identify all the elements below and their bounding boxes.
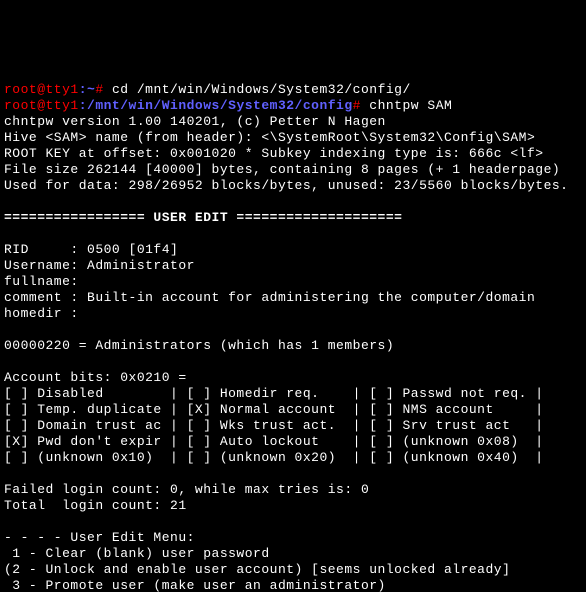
prompt-line-1: root@tty1:~# cd /mnt/win/Windows/System3… [4, 82, 411, 97]
comment-line: comment : Built-in account for administe… [4, 290, 535, 305]
account-bits-row: [ ] Disabled | [ ] Homedir req. | [ ] Pa… [4, 386, 544, 401]
group-line: 00000220 = Administrators (which has 1 m… [4, 338, 394, 353]
fullname-line: fullname: [4, 274, 79, 289]
prompt-line-2: root@tty1:/mnt/win/Windows/System32/conf… [4, 98, 452, 113]
account-bits-row: [ ] (unknown 0x10) | [ ] (unknown 0x20) … [4, 450, 544, 465]
prompt-user-host: root@tty1 [4, 98, 79, 113]
failed-login-line: Failed login count: 0, while max tries i… [4, 482, 369, 497]
username-line: Username: Administrator [4, 258, 195, 273]
prompt-hash: # [353, 98, 370, 113]
rootkey-line: ROOT KEY at offset: 0x001020 * Subkey in… [4, 146, 544, 161]
command-chntpw: chntpw SAM [369, 98, 452, 113]
rid-line: RID : 0500 [01f4] [4, 242, 178, 257]
hive-line: Hive <SAM> name (from header): <\SystemR… [4, 130, 535, 145]
prompt-user-host: root@tty1 [4, 82, 79, 97]
version-line: chntpw version 1.00 140201, (c) Petter N… [4, 114, 386, 129]
account-bits-header: Account bits: 0x0210 = [4, 370, 187, 385]
account-bits-row: [X] Pwd don't expir | [ ] Auto lockout |… [4, 434, 544, 449]
menu-item-promote: 3 - Promote user (make user an administr… [4, 578, 386, 592]
homedir-line: homedir : [4, 306, 79, 321]
prompt-hash: # [95, 82, 112, 97]
prompt-path: :/mnt/win/Windows/System32/config [79, 98, 353, 113]
terminal-output: root@tty1:~# cd /mnt/win/Windows/System3… [0, 80, 586, 592]
menu-item-clear-password: 1 - Clear (blank) user password [4, 546, 270, 561]
filesize-line: File size 262144 [40000] bytes, containi… [4, 162, 560, 177]
total-login-line: Total login count: 21 [4, 498, 187, 513]
user-edit-header: ================= USER EDIT ============… [4, 210, 402, 225]
account-bits-row: [ ] Domain trust ac | [ ] Wks trust act.… [4, 418, 544, 433]
usedfor-line: Used for data: 298/26952 blocks/bytes, u… [4, 178, 569, 193]
prompt-path: :~ [79, 82, 96, 97]
command-cd: cd /mnt/win/Windows/System32/config/ [112, 82, 411, 97]
menu-item-unlock: (2 - Unlock and enable user account) [se… [4, 562, 510, 577]
account-bits-row: [ ] Temp. duplicate | [X] Normal account… [4, 402, 544, 417]
menu-header: - - - - User Edit Menu: [4, 530, 195, 545]
